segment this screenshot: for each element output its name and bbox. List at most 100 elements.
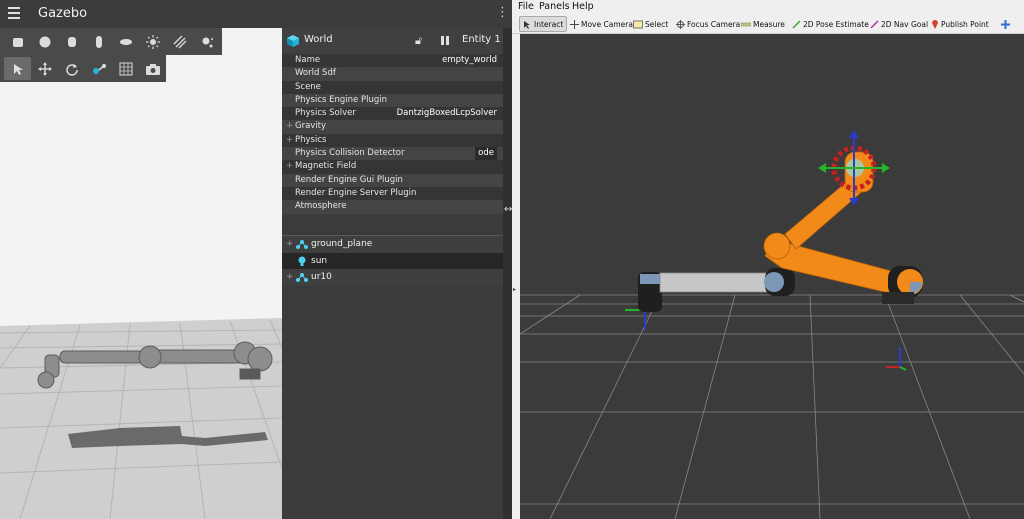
entity-label: sun (311, 255, 328, 266)
entity-label: ground_plane (311, 239, 373, 249)
translate-icon[interactable] (31, 57, 58, 80)
property-row[interactable]: Atmosphere (282, 200, 503, 214)
point-light-icon[interactable] (193, 30, 220, 53)
property-row[interactable]: Physics Engine Plugin (282, 93, 503, 108)
property-name: World Sdf (295, 68, 336, 79)
property-name: Physics Collision Detector (295, 148, 405, 159)
property-row[interactable]: + Gravity (282, 120, 503, 134)
tool-2d-nav-goal[interactable]: 2D Nav Goal (867, 16, 931, 32)
plus-icon (1001, 19, 1010, 29)
select-arrow-icon[interactable] (4, 57, 31, 80)
tool-label: Interact (534, 19, 564, 29)
rviz-tools-toolbar: Interact Move Camera Select Focus Camera… (512, 14, 1024, 34)
tool-label: Publish Point (941, 19, 989, 29)
window-title: Gazebo (38, 6, 88, 21)
property-row[interactable]: + Physics (282, 133, 503, 148)
capsule-icon[interactable] (85, 30, 112, 53)
hamburger-menu-icon[interactable] (8, 7, 20, 19)
desktop: Gazebo ⋮ World 🔓︎ Entity 1 Name empty_wo… (0, 0, 1024, 519)
sphere-icon[interactable] (31, 30, 58, 53)
tool-2d-pose-estimate[interactable]: 2D Pose Estimate (789, 16, 872, 32)
lock-icon[interactable]: 🔓︎ (415, 34, 422, 48)
expand-plus-icon[interactable]: + (286, 120, 293, 133)
gazebo-window: Gazebo ⋮ World 🔓︎ Entity 1 Name empty_wo… (0, 0, 512, 519)
menu-panels[interactable]: Panels (539, 1, 570, 12)
ellipsoid-icon[interactable] (112, 30, 139, 53)
sun-light-icon[interactable] (139, 30, 166, 53)
pose-estimate-icon (792, 19, 801, 29)
property-value: empty_world (442, 55, 497, 65)
snap-icon[interactable] (85, 57, 112, 80)
rviz-3d-view[interactable]: ◂ (520, 34, 1024, 519)
property-row[interactable]: Physics Collision Detector ode (282, 147, 503, 161)
select-icon (633, 20, 643, 28)
menu-file[interactable]: File (518, 1, 534, 12)
inspector-title: World (304, 34, 333, 45)
entity-row-sun[interactable]: sun (282, 252, 503, 269)
kebab-menu-icon[interactable]: ⋮ (496, 6, 509, 19)
property-row[interactable]: World Sdf (282, 67, 503, 81)
gazebo-3d-scene[interactable] (0, 28, 282, 519)
menu-help[interactable]: Help (572, 1, 594, 12)
property-name: Physics Engine Plugin (295, 94, 387, 105)
shapes-toolbar (0, 28, 222, 55)
property-name: Render Engine Gui Plugin (295, 174, 403, 185)
entity-id-label: Entity 1 (462, 34, 501, 45)
tool-label: Move Camera (581, 19, 633, 29)
entity-row-ground-plane[interactable]: + ground_plane (282, 236, 503, 253)
tool-focus-camera[interactable]: Focus Camera (673, 16, 743, 32)
tool-label: Measure (753, 19, 785, 29)
property-name: Atmosphere (295, 201, 347, 212)
light-icon (298, 256, 306, 266)
property-list: Name empty_world World Sdf Scene Physics Eng… (282, 54, 503, 214)
property-name: Magnetic Field (295, 161, 357, 172)
rotate-icon[interactable] (58, 57, 85, 80)
expand-plus-icon[interactable]: + (286, 134, 293, 147)
tool-move-camera[interactable]: Move Camera (567, 16, 636, 32)
tool-select[interactable]: Select (630, 16, 671, 32)
rviz-window: File Panels Help Interact Move Camera Se… (512, 0, 1024, 519)
component-inspector-panel: World 🔓︎ Entity 1 Name empty_world World S… (282, 28, 503, 519)
box-icon[interactable] (4, 30, 31, 53)
model-icon (296, 240, 308, 249)
property-name: Physics Solver (295, 108, 356, 119)
property-row[interactable]: Scene (282, 80, 503, 94)
panel-splitter[interactable]: ↔ (503, 28, 512, 519)
grid-config-icon[interactable] (112, 57, 139, 80)
cylinder-icon[interactable] (58, 30, 85, 53)
scene-render (0, 28, 282, 519)
focus-camera-icon (676, 19, 685, 29)
property-row[interactable]: Physics Solver DantzigBoxedLcpSolver (282, 107, 503, 121)
screenshot-camera-icon[interactable] (139, 57, 166, 80)
measure-icon (741, 22, 751, 26)
property-row[interactable]: + Magnetic Field (282, 160, 503, 174)
tool-label: 2D Pose Estimate (803, 19, 869, 29)
tool-measure[interactable]: Measure (738, 16, 788, 32)
property-value: DantzigBoxedLcpSolver (396, 108, 497, 119)
tool-label: 2D Nav Goal (881, 19, 929, 29)
directional-light-icon[interactable] (166, 30, 193, 53)
rviz-render (520, 34, 1024, 519)
pause-icon[interactable] (440, 35, 450, 46)
add-tool-button[interactable] (998, 16, 1013, 32)
tool-label: Select (645, 19, 669, 29)
transform-toolbar (0, 55, 166, 82)
property-name: Scene (295, 81, 321, 92)
property-row[interactable]: Name empty_world (282, 54, 503, 68)
expand-plus-icon[interactable]: + (286, 236, 294, 253)
entity-tree: + ground_planesun + ur10 (282, 235, 503, 286)
nav-goal-icon (870, 19, 879, 29)
tool-publish-point[interactable]: Publish Point (928, 16, 992, 32)
property-row[interactable]: Render Engine Server Plugin (282, 186, 503, 201)
expand-plus-icon[interactable]: + (286, 160, 293, 173)
model-icon (296, 273, 308, 282)
collapse-left-dock[interactable]: ▸ (512, 34, 520, 519)
tool-interact[interactable]: Interact (519, 16, 568, 32)
property-name: Gravity (295, 121, 327, 132)
property-name: Render Engine Server Plugin (295, 187, 417, 198)
collapse-arrow-icon: ▸ (513, 286, 517, 293)
property-row[interactable]: Render Engine Gui Plugin (282, 173, 503, 187)
expand-plus-icon[interactable]: + (286, 269, 294, 286)
tool-label: Focus Camera (687, 19, 741, 29)
entity-row-ur10[interactable]: + ur10 (282, 269, 503, 286)
